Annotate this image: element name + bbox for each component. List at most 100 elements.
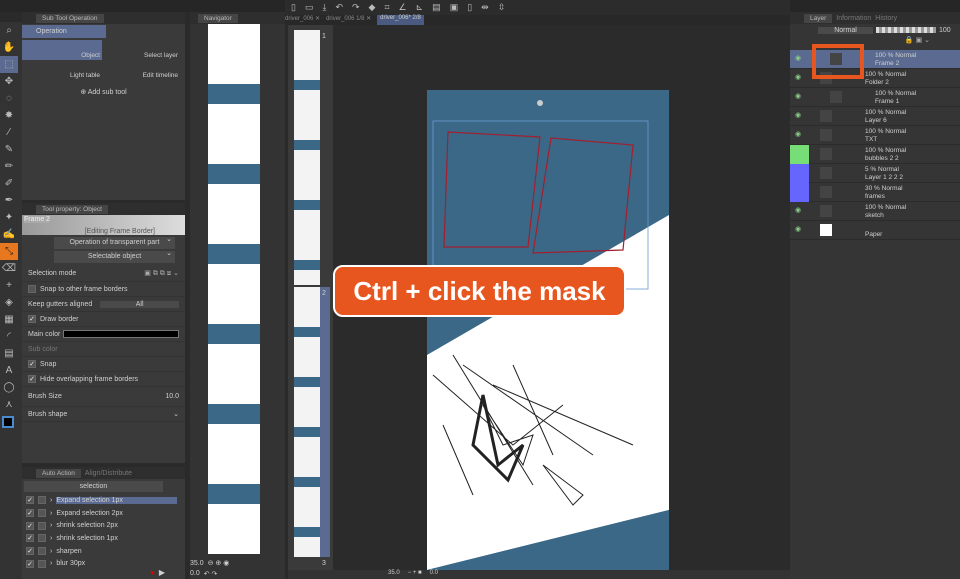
undo-icon[interactable]: ↶ bbox=[335, 2, 343, 13]
frame-border-tool-icon[interactable]: ⤡ bbox=[0, 243, 18, 260]
pencil-tool-icon[interactable]: ✏ bbox=[0, 158, 18, 175]
pen-tool-icon[interactable]: ✎ bbox=[0, 141, 18, 158]
snap-frames-checkbox[interactable] bbox=[28, 285, 36, 293]
doc-tab-active[interactable]: driver_006* 2/8 bbox=[377, 15, 424, 25]
action-checkbox[interactable]: ✓ bbox=[26, 547, 34, 556]
main-color-swatch[interactable] bbox=[2, 416, 14, 428]
transparent-part-dropdown[interactable]: Operation of transparent part bbox=[54, 234, 175, 249]
gradient-tool-icon[interactable]: ▦ bbox=[0, 311, 18, 328]
eye-icon[interactable]: ◉ bbox=[795, 55, 801, 63]
ruler-tool-icon[interactable]: ⋏ bbox=[0, 396, 18, 413]
layer-row[interactable]: ◉ 100 % Normal Layer 6 bbox=[790, 107, 960, 126]
navigator-preview[interactable] bbox=[208, 24, 260, 554]
balloon-tool-icon[interactable]: ◯ bbox=[0, 379, 18, 396]
ruler-icon[interactable]: ∠ bbox=[399, 2, 407, 13]
new-icon[interactable]: ▯ bbox=[291, 2, 296, 13]
action-checkbox[interactable]: ✓ bbox=[26, 534, 34, 543]
selection-mode-buttons[interactable]: ▣ ⧉ ⧉ ⧈ ⌄ bbox=[144, 269, 179, 278]
eye-icon[interactable]: ◉ bbox=[795, 226, 801, 234]
action-set-dropdown[interactable]: selection bbox=[24, 481, 163, 492]
frame-tool-icon[interactable]: ▤ bbox=[0, 345, 18, 362]
tool-property-tab[interactable]: Tool property: Object bbox=[36, 204, 108, 214]
auto-action-item[interactable]: ✓ › Expand selection 1px bbox=[22, 494, 185, 507]
auto-action-item[interactable]: ✓ › shrink selection 1px bbox=[22, 532, 185, 545]
expand-chevron-icon[interactable]: › bbox=[50, 497, 52, 504]
brush-tool-icon[interactable]: ✐ bbox=[0, 175, 18, 192]
navigator-zoom[interactable]: 35.0 bbox=[190, 560, 204, 567]
layer-row[interactable]: ◉ Paper bbox=[790, 221, 960, 240]
fill-icon[interactable]: ◆ bbox=[369, 2, 376, 13]
export-icon[interactable]: ▣ bbox=[450, 2, 459, 13]
hide-overlap-checkbox[interactable]: ✓ bbox=[28, 375, 36, 383]
navigator-tab[interactable]: Navigator bbox=[198, 13, 238, 23]
layer-row[interactable]: ◉ 100 % Normal sketch bbox=[790, 202, 960, 221]
zoom-tool-icon[interactable]: ⌕ bbox=[0, 22, 18, 39]
snap-icon[interactable]: ⊾ bbox=[416, 2, 424, 13]
eye-icon[interactable]: ◉ bbox=[795, 74, 801, 82]
layer-row[interactable]: 100 % Normal bubbles 2 2 bbox=[790, 145, 960, 164]
blend-mode-dropdown[interactable]: Normal bbox=[818, 26, 873, 34]
layer-row[interactable]: ◉ 100 % Normal TXT bbox=[790, 126, 960, 145]
operation-tool-icon[interactable]: ⬚ bbox=[0, 56, 18, 73]
layer-row[interactable]: 5 % Normal Layer 1 2 2 2 bbox=[790, 164, 960, 183]
flip-v-icon[interactable]: ⇳ bbox=[498, 2, 506, 13]
status-zoom[interactable]: 35.0 bbox=[388, 570, 400, 579]
page-thumbnail-2[interactable] bbox=[294, 287, 320, 557]
crop-icon[interactable]: ⌗ bbox=[384, 2, 389, 13]
zoom-buttons[interactable]: ⊖ ⊕ ◉ bbox=[208, 559, 230, 567]
airbrush-tool-icon[interactable]: ✒ bbox=[0, 192, 18, 209]
flip-h-icon[interactable]: ⇹ bbox=[481, 2, 489, 13]
action-checkbox[interactable]: ✓ bbox=[26, 521, 34, 530]
correction-tool-icon[interactable]: + bbox=[0, 277, 18, 294]
eyedropper-tool-icon[interactable]: ⁄ bbox=[0, 124, 18, 141]
subtool-group[interactable]: Operation bbox=[22, 25, 106, 38]
action-dialog-toggle[interactable] bbox=[38, 534, 46, 543]
action-dialog-toggle[interactable] bbox=[38, 496, 46, 505]
frame-icon[interactable]: ▤ bbox=[432, 2, 441, 13]
page-icon[interactable]: ▯ bbox=[467, 2, 472, 13]
expand-chevron-icon[interactable]: › bbox=[50, 522, 52, 529]
action-dialog-toggle[interactable] bbox=[38, 559, 46, 568]
rotate-buttons[interactable]: ↶ ↷ bbox=[204, 570, 218, 578]
opacity-value[interactable]: 100 bbox=[939, 27, 951, 34]
expand-chevron-icon[interactable]: › bbox=[50, 548, 52, 555]
action-dialog-toggle[interactable] bbox=[38, 547, 46, 556]
auto-action-item[interactable]: ✓ › Expand selection 2px bbox=[22, 507, 185, 520]
action-checkbox[interactable]: ✓ bbox=[26, 496, 34, 505]
wand-tool-icon[interactable]: ✸ bbox=[0, 107, 18, 124]
subtool-edit-timeline[interactable]: Edit timeline bbox=[102, 60, 182, 80]
expand-chevron-icon[interactable]: › bbox=[50, 560, 52, 567]
lasso-tool-icon[interactable]: ◌ bbox=[0, 90, 18, 107]
add-subtool-button[interactable]: ⊕ Add sub tool bbox=[22, 88, 185, 96]
layer-row[interactable]: 30 % Normal frames bbox=[790, 183, 960, 202]
text-tool-icon[interactable]: A bbox=[0, 362, 18, 379]
save-icon[interactable]: ⤓ bbox=[322, 2, 326, 13]
doc-tab[interactable]: driver_006 1/8 ✕ bbox=[326, 15, 371, 25]
align-tab[interactable]: Align/Distribute bbox=[85, 470, 132, 477]
decoration-tool-icon[interactable]: ✦ bbox=[0, 209, 18, 226]
eye-icon[interactable]: ◉ bbox=[795, 207, 801, 215]
fill-tool-icon[interactable]: ◈ bbox=[0, 294, 18, 311]
auto-action-item[interactable]: ✓ › shrink selection 2px bbox=[22, 519, 185, 532]
expand-chevron-icon[interactable]: › bbox=[50, 510, 52, 517]
figure-tool-icon[interactable]: ◜ bbox=[0, 328, 18, 345]
zoom-controls[interactable]: − + ■ bbox=[408, 570, 422, 579]
eye-icon[interactable]: ◉ bbox=[795, 93, 801, 101]
main-color-swatch-bar[interactable] bbox=[63, 330, 179, 338]
record-button[interactable]: ● bbox=[150, 568, 155, 577]
redo-icon[interactable]: ↷ bbox=[352, 2, 360, 13]
open-icon[interactable]: ▭ bbox=[305, 2, 314, 13]
blend-tool-icon[interactable]: ✍ bbox=[0, 226, 18, 243]
brush-shape-dropdown[interactable]: ⌄ bbox=[173, 410, 179, 418]
brush-size-value[interactable]: 10.0 bbox=[165, 393, 179, 400]
eye-icon[interactable]: ◉ bbox=[795, 131, 801, 139]
auto-action-tab[interactable]: Auto Action bbox=[36, 468, 81, 478]
auto-action-item[interactable]: ✓ › sharpen bbox=[22, 545, 185, 558]
page-thumbnail-1[interactable] bbox=[294, 30, 320, 285]
selectable-object-dropdown[interactable]: Selectable object bbox=[54, 248, 175, 263]
action-dialog-toggle[interactable] bbox=[38, 509, 46, 518]
play-button[interactable]: ▶ bbox=[159, 568, 165, 577]
action-checkbox[interactable]: ✓ bbox=[26, 509, 34, 518]
layer-tab[interactable]: Layer bbox=[804, 13, 833, 23]
gutters-dropdown[interactable]: All bbox=[100, 300, 179, 308]
